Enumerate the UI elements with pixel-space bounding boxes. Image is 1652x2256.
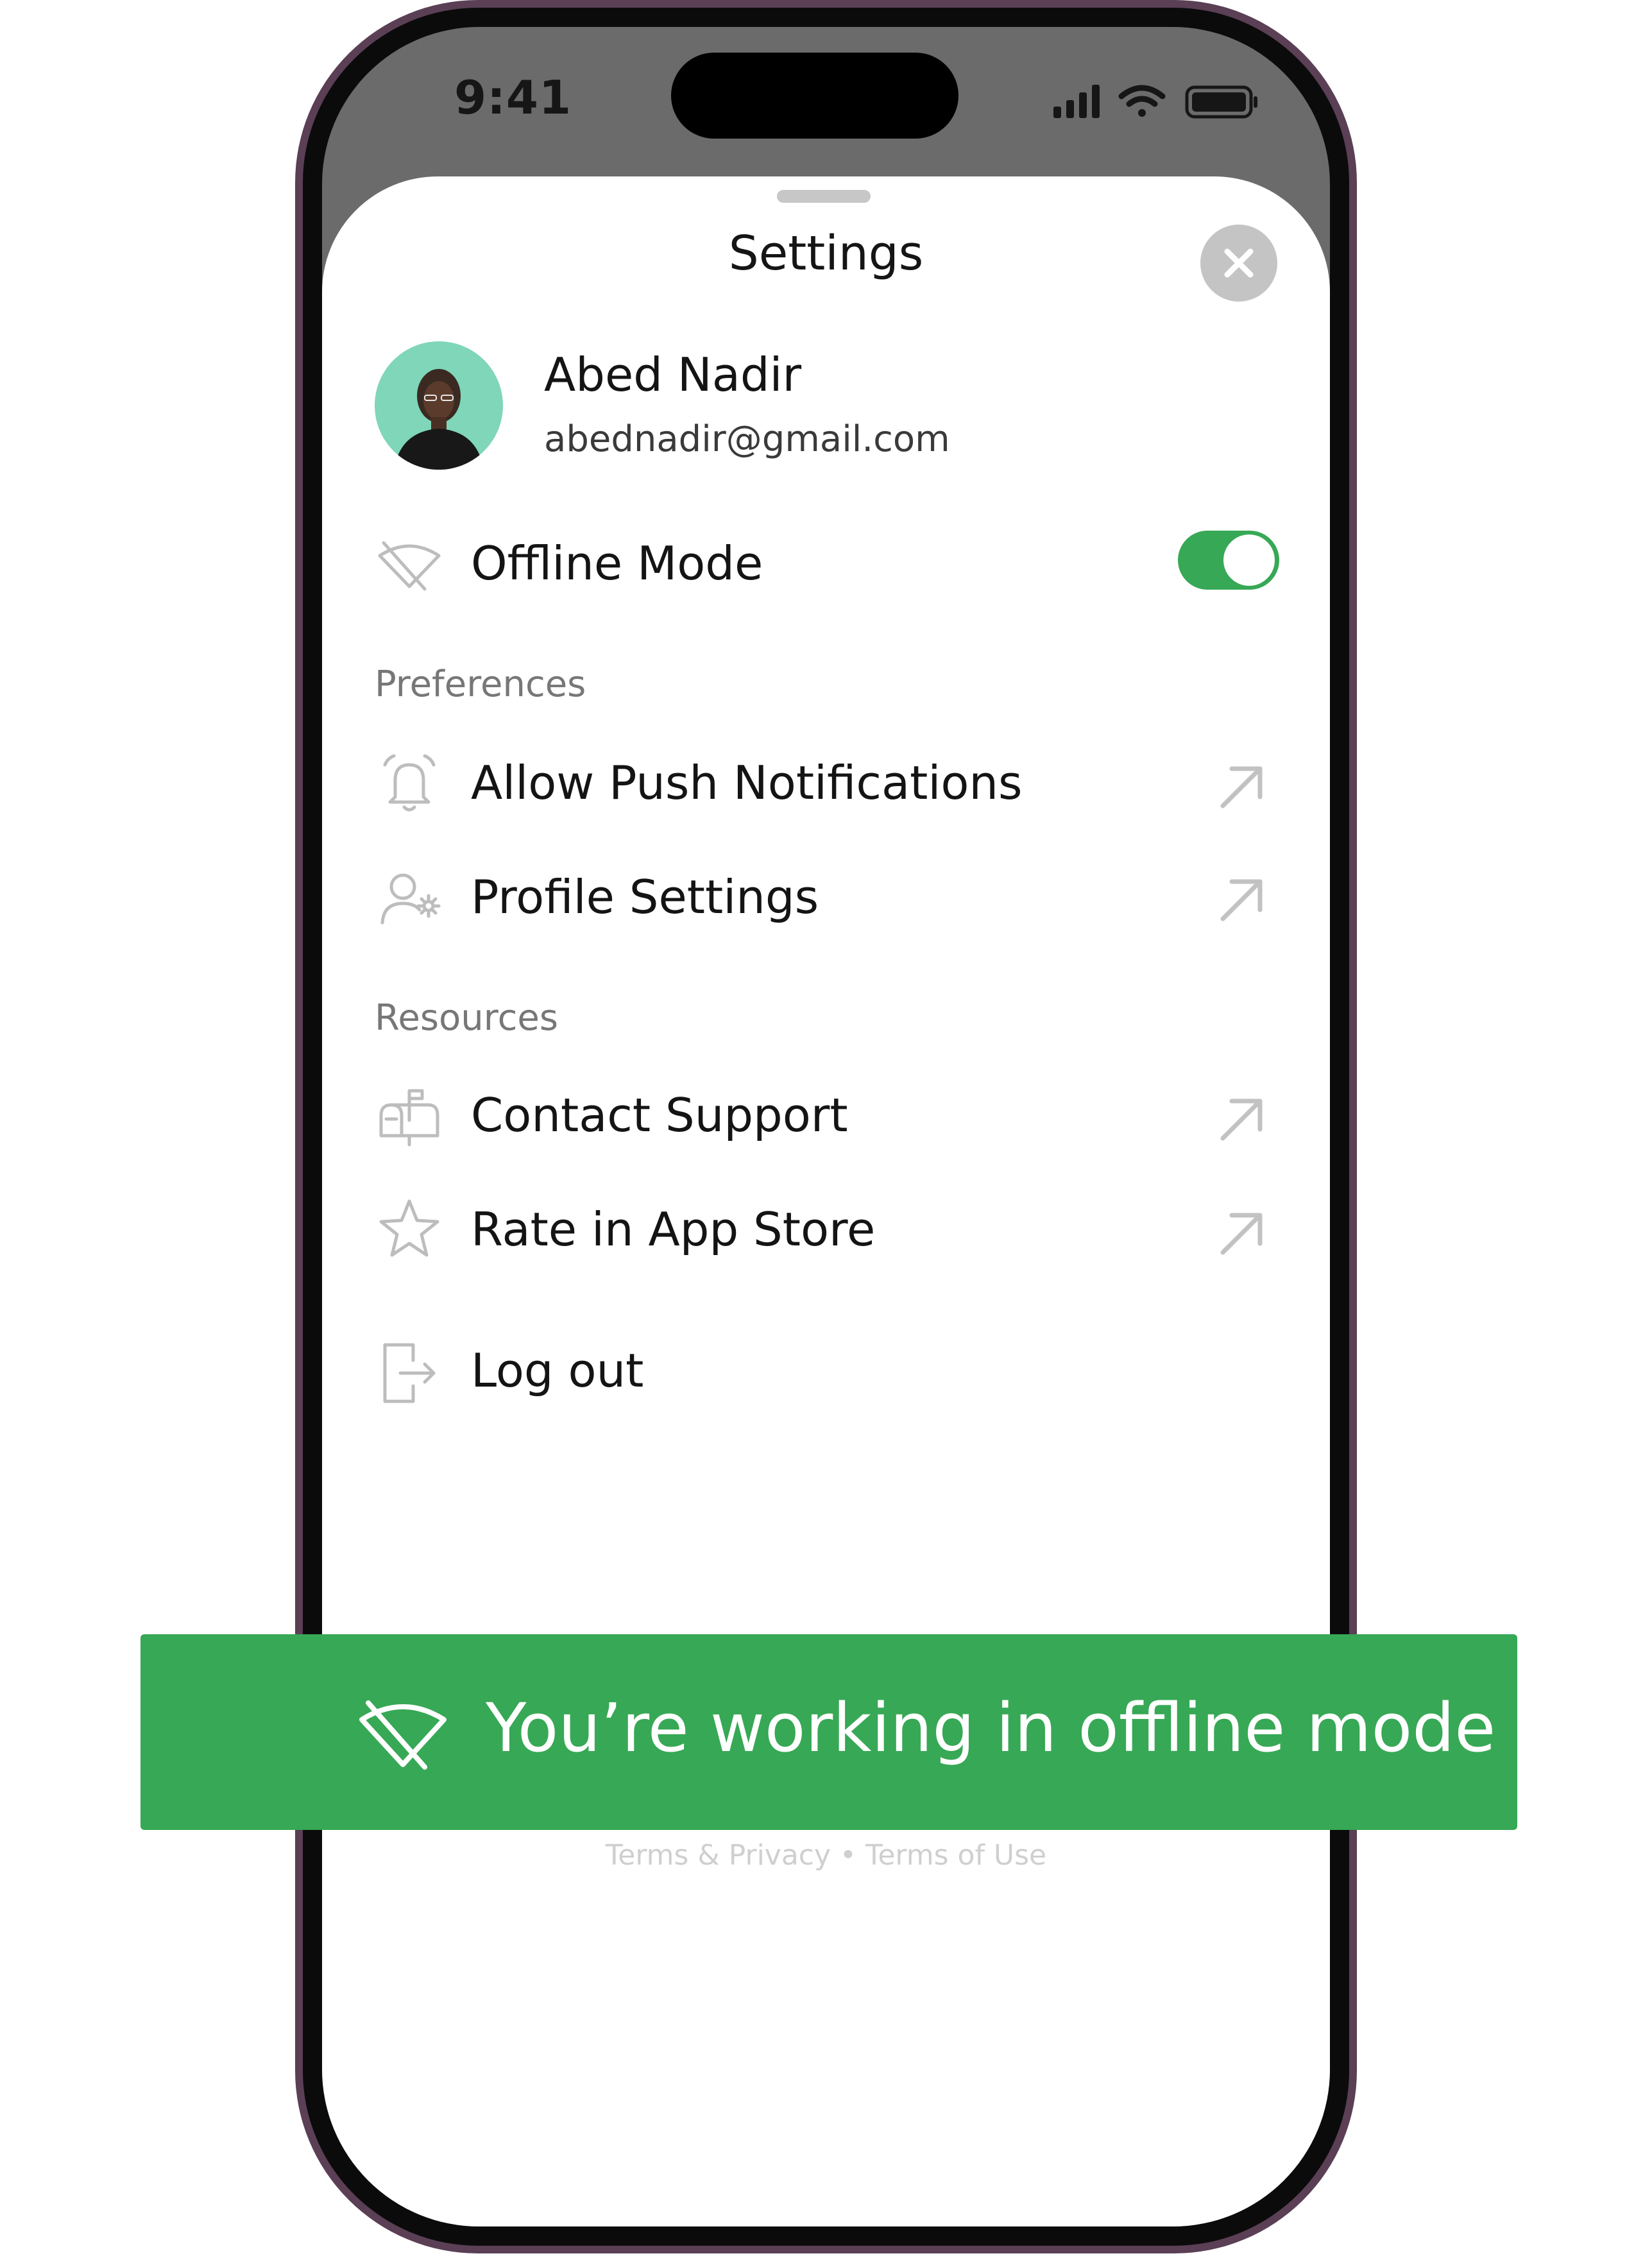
close-button[interactable] [1200,225,1277,302]
offline-mode-label: Offline Mode [471,536,763,590]
toggle-knob [1223,534,1275,586]
status-time: 9:41 [454,71,572,124]
arrow-up-right-icon[interactable] [1216,761,1268,812]
arrow-up-right-icon[interactable] [1216,1093,1268,1145]
mailbox-icon [377,1084,441,1149]
wifi-off-icon [377,534,441,598]
close-icon [1224,248,1254,278]
cellular-signal-icon [1053,85,1100,118]
status-icons [1046,82,1270,121]
footer-links[interactable]: Terms & Privacy • Terms of Use [545,1839,1107,1872]
settings-sheet [322,176,1330,2226]
bell-icon [377,752,441,816]
menu-item-push-notifications[interactable]: Allow Push Notifications [471,756,1023,810]
menu-item-profile-settings[interactable]: Profile Settings [471,870,819,924]
avatar[interactable] [375,341,503,470]
battery-icon [1185,85,1257,119]
user-gear-icon [377,866,441,930]
wifi-off-icon [358,1694,448,1771]
offline-banner-text: You’re working in offline mode [486,1689,1496,1767]
arrow-up-right-icon[interactable] [1216,874,1268,925]
user-name: Abed Nadir [544,348,802,402]
dynamic-island [671,53,958,139]
offline-mode-toggle[interactable] [1178,531,1279,590]
sheet-grabber[interactable] [777,190,871,203]
page-title: Settings [728,226,924,281]
wifi-icon [1118,85,1166,117]
arrow-up-right-icon[interactable] [1216,1208,1268,1259]
menu-item-rate-app[interactable]: Rate in App Store [471,1202,875,1256]
section-label-preferences: Preferences [375,663,586,705]
menu-item-contact-support[interactable]: Contact Support [471,1088,848,1142]
section-label-resources: Resources [375,997,558,1039]
logout-button[interactable]: Log out [471,1344,643,1397]
user-email: abednadir@gmail.com [544,418,950,460]
star-icon [377,1197,441,1261]
logout-icon [377,1341,441,1405]
